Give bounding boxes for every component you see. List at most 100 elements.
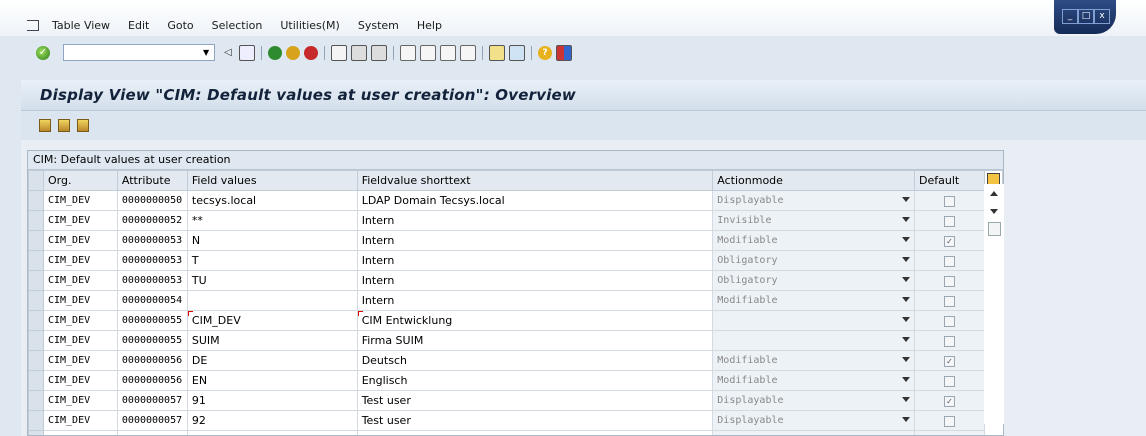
- scroll-down-icon[interactable]: [990, 209, 998, 214]
- row-selector[interactable]: [28, 350, 44, 371]
- column-header-attribute[interactable]: Attribute: [116, 170, 188, 191]
- cell-shorttext: CIM Entwicklung: [356, 310, 714, 331]
- shortcut-icon[interactable]: [509, 45, 525, 61]
- restore-icon[interactable]: □: [1078, 9, 1094, 24]
- row-selector[interactable]: [28, 290, 44, 311]
- actionmode-chevron-down-icon[interactable]: [902, 337, 911, 342]
- actionmode-chevron-down-icon[interactable]: [902, 197, 911, 202]
- actionmode-chevron-down-icon[interactable]: [902, 317, 911, 322]
- menu-items: Table View Edit Goto Selection Utilities(M) S…: [52, 19, 460, 32]
- first-page-icon[interactable]: [400, 45, 416, 61]
- cell-actionmode[interactable]: Displayable: [712, 190, 916, 211]
- cell-actionmode[interactable]: Invisible: [712, 210, 916, 231]
- default-checkbox[interactable]: [943, 195, 955, 207]
- row-selector[interactable]: [28, 310, 44, 331]
- menu-item[interactable]: System: [358, 19, 399, 32]
- default-checkbox[interactable]: [943, 255, 955, 267]
- row-selector-header[interactable]: [28, 170, 44, 191]
- print-icon[interactable]: [331, 45, 347, 61]
- default-checkbox[interactable]: [943, 215, 955, 227]
- actionmode-chevron-down-icon[interactable]: [902, 277, 911, 282]
- next-page-icon[interactable]: [440, 45, 456, 61]
- select-block-icon[interactable]: [58, 119, 70, 132]
- actionmode-chevron-down-icon[interactable]: [902, 257, 911, 262]
- default-checkbox[interactable]: ✓: [943, 235, 955, 247]
- help-icon[interactable]: ?: [538, 46, 552, 60]
- save-icon[interactable]: [239, 45, 255, 61]
- column-header-field-values[interactable]: Field values: [186, 170, 358, 191]
- cell-actionmode[interactable]: Modifiable: [712, 230, 916, 251]
- cell-actionmode[interactable]: Obligatory: [712, 250, 916, 271]
- back-icon[interactable]: [268, 46, 282, 60]
- cell-actionmode[interactable]: [712, 330, 916, 351]
- row-selector[interactable]: [28, 430, 44, 435]
- last-page-icon[interactable]: [460, 45, 476, 61]
- customize-layout-icon[interactable]: [556, 45, 572, 61]
- exit-icon[interactable]: [286, 46, 300, 60]
- cell-actionmode[interactable]: Modifiable: [712, 350, 916, 371]
- row-selector[interactable]: [28, 230, 44, 251]
- default-checkbox[interactable]: [943, 375, 955, 387]
- scroll-thumb[interactable]: [988, 222, 1001, 236]
- default-checkbox[interactable]: ✓: [943, 355, 955, 367]
- row-selector[interactable]: [28, 190, 44, 211]
- menu-item[interactable]: Help: [417, 19, 442, 32]
- row-selector[interactable]: [28, 410, 44, 431]
- find-icon[interactable]: [351, 45, 367, 61]
- minimize-icon[interactable]: _: [1062, 9, 1078, 24]
- menu-item[interactable]: Goto: [167, 19, 193, 32]
- actionmode-chevron-down-icon[interactable]: [902, 357, 911, 362]
- table-row: CIM_DEV 0000000054 Intern Modifiable: [28, 290, 1003, 311]
- row-selector[interactable]: [28, 270, 44, 291]
- default-checkbox[interactable]: ✓: [943, 395, 955, 407]
- actionmode-chevron-down-icon[interactable]: [902, 217, 911, 222]
- cell-actionmode[interactable]: Displayable: [712, 410, 916, 431]
- menu-item[interactable]: Table View: [52, 19, 110, 32]
- previous-page-icon[interactable]: [420, 45, 436, 61]
- menu-item[interactable]: Edit: [128, 19, 149, 32]
- actionmode-chevron-down-icon[interactable]: [902, 237, 911, 242]
- cancel-icon[interactable]: [304, 46, 318, 60]
- back-arrow-icon[interactable]: ◁: [221, 46, 235, 60]
- cell-org: CIM_DEV: [42, 430, 118, 435]
- command-history-chevron-down-icon[interactable]: ▼: [203, 48, 209, 57]
- menu-expand-icon[interactable]: [27, 20, 39, 31]
- row-selector[interactable]: [28, 390, 44, 411]
- row-selector[interactable]: [28, 330, 44, 351]
- column-header-org[interactable]: Org.: [42, 170, 118, 191]
- cell-actionmode[interactable]: Displayable: [712, 390, 916, 411]
- default-checkbox[interactable]: [943, 295, 955, 307]
- cell-actionmode[interactable]: Modifiable: [712, 370, 916, 391]
- menu-item[interactable]: Utilities(M): [280, 19, 339, 32]
- actionmode-chevron-down-icon[interactable]: [902, 397, 911, 402]
- row-selector[interactable]: [28, 210, 44, 231]
- close-icon[interactable]: x: [1094, 9, 1110, 24]
- actionmode-chevron-down-icon[interactable]: [902, 377, 911, 382]
- deselect-all-icon[interactable]: [77, 119, 89, 132]
- cell-actionmode[interactable]: Modifiable: [712, 290, 916, 311]
- create-session-icon[interactable]: [489, 45, 505, 61]
- menu-item[interactable]: Selection: [212, 19, 263, 32]
- actionmode-value: Displayable: [717, 195, 784, 206]
- vertical-scrollbar[interactable]: [984, 184, 1004, 424]
- column-header-default[interactable]: Default: [914, 170, 985, 191]
- cell-actionmode[interactable]: [712, 310, 916, 331]
- enter-check-icon[interactable]: ✓: [36, 46, 50, 60]
- select-all-icon[interactable]: [39, 119, 51, 132]
- column-header-actionmode[interactable]: Actionmode: [712, 170, 916, 191]
- actionmode-chevron-down-icon[interactable]: [902, 417, 911, 422]
- default-checkbox[interactable]: [943, 315, 955, 327]
- cell-actionmode[interactable]: Modifiable: [712, 430, 916, 435]
- command-field[interactable]: [63, 44, 215, 61]
- row-selector[interactable]: [28, 250, 44, 271]
- find-next-icon[interactable]: [371, 45, 387, 61]
- cell-actionmode[interactable]: Obligatory: [712, 270, 916, 291]
- row-selector[interactable]: [28, 370, 44, 391]
- column-header-fieldvalue-shorttext[interactable]: Fieldvalue shorttext: [356, 170, 714, 191]
- default-checkbox[interactable]: [943, 415, 955, 427]
- actionmode-chevron-down-icon[interactable]: [902, 297, 911, 302]
- cell-org: CIM_DEV: [42, 410, 118, 431]
- scroll-up-icon[interactable]: [990, 191, 998, 196]
- default-checkbox[interactable]: [943, 335, 955, 347]
- default-checkbox[interactable]: [943, 275, 955, 287]
